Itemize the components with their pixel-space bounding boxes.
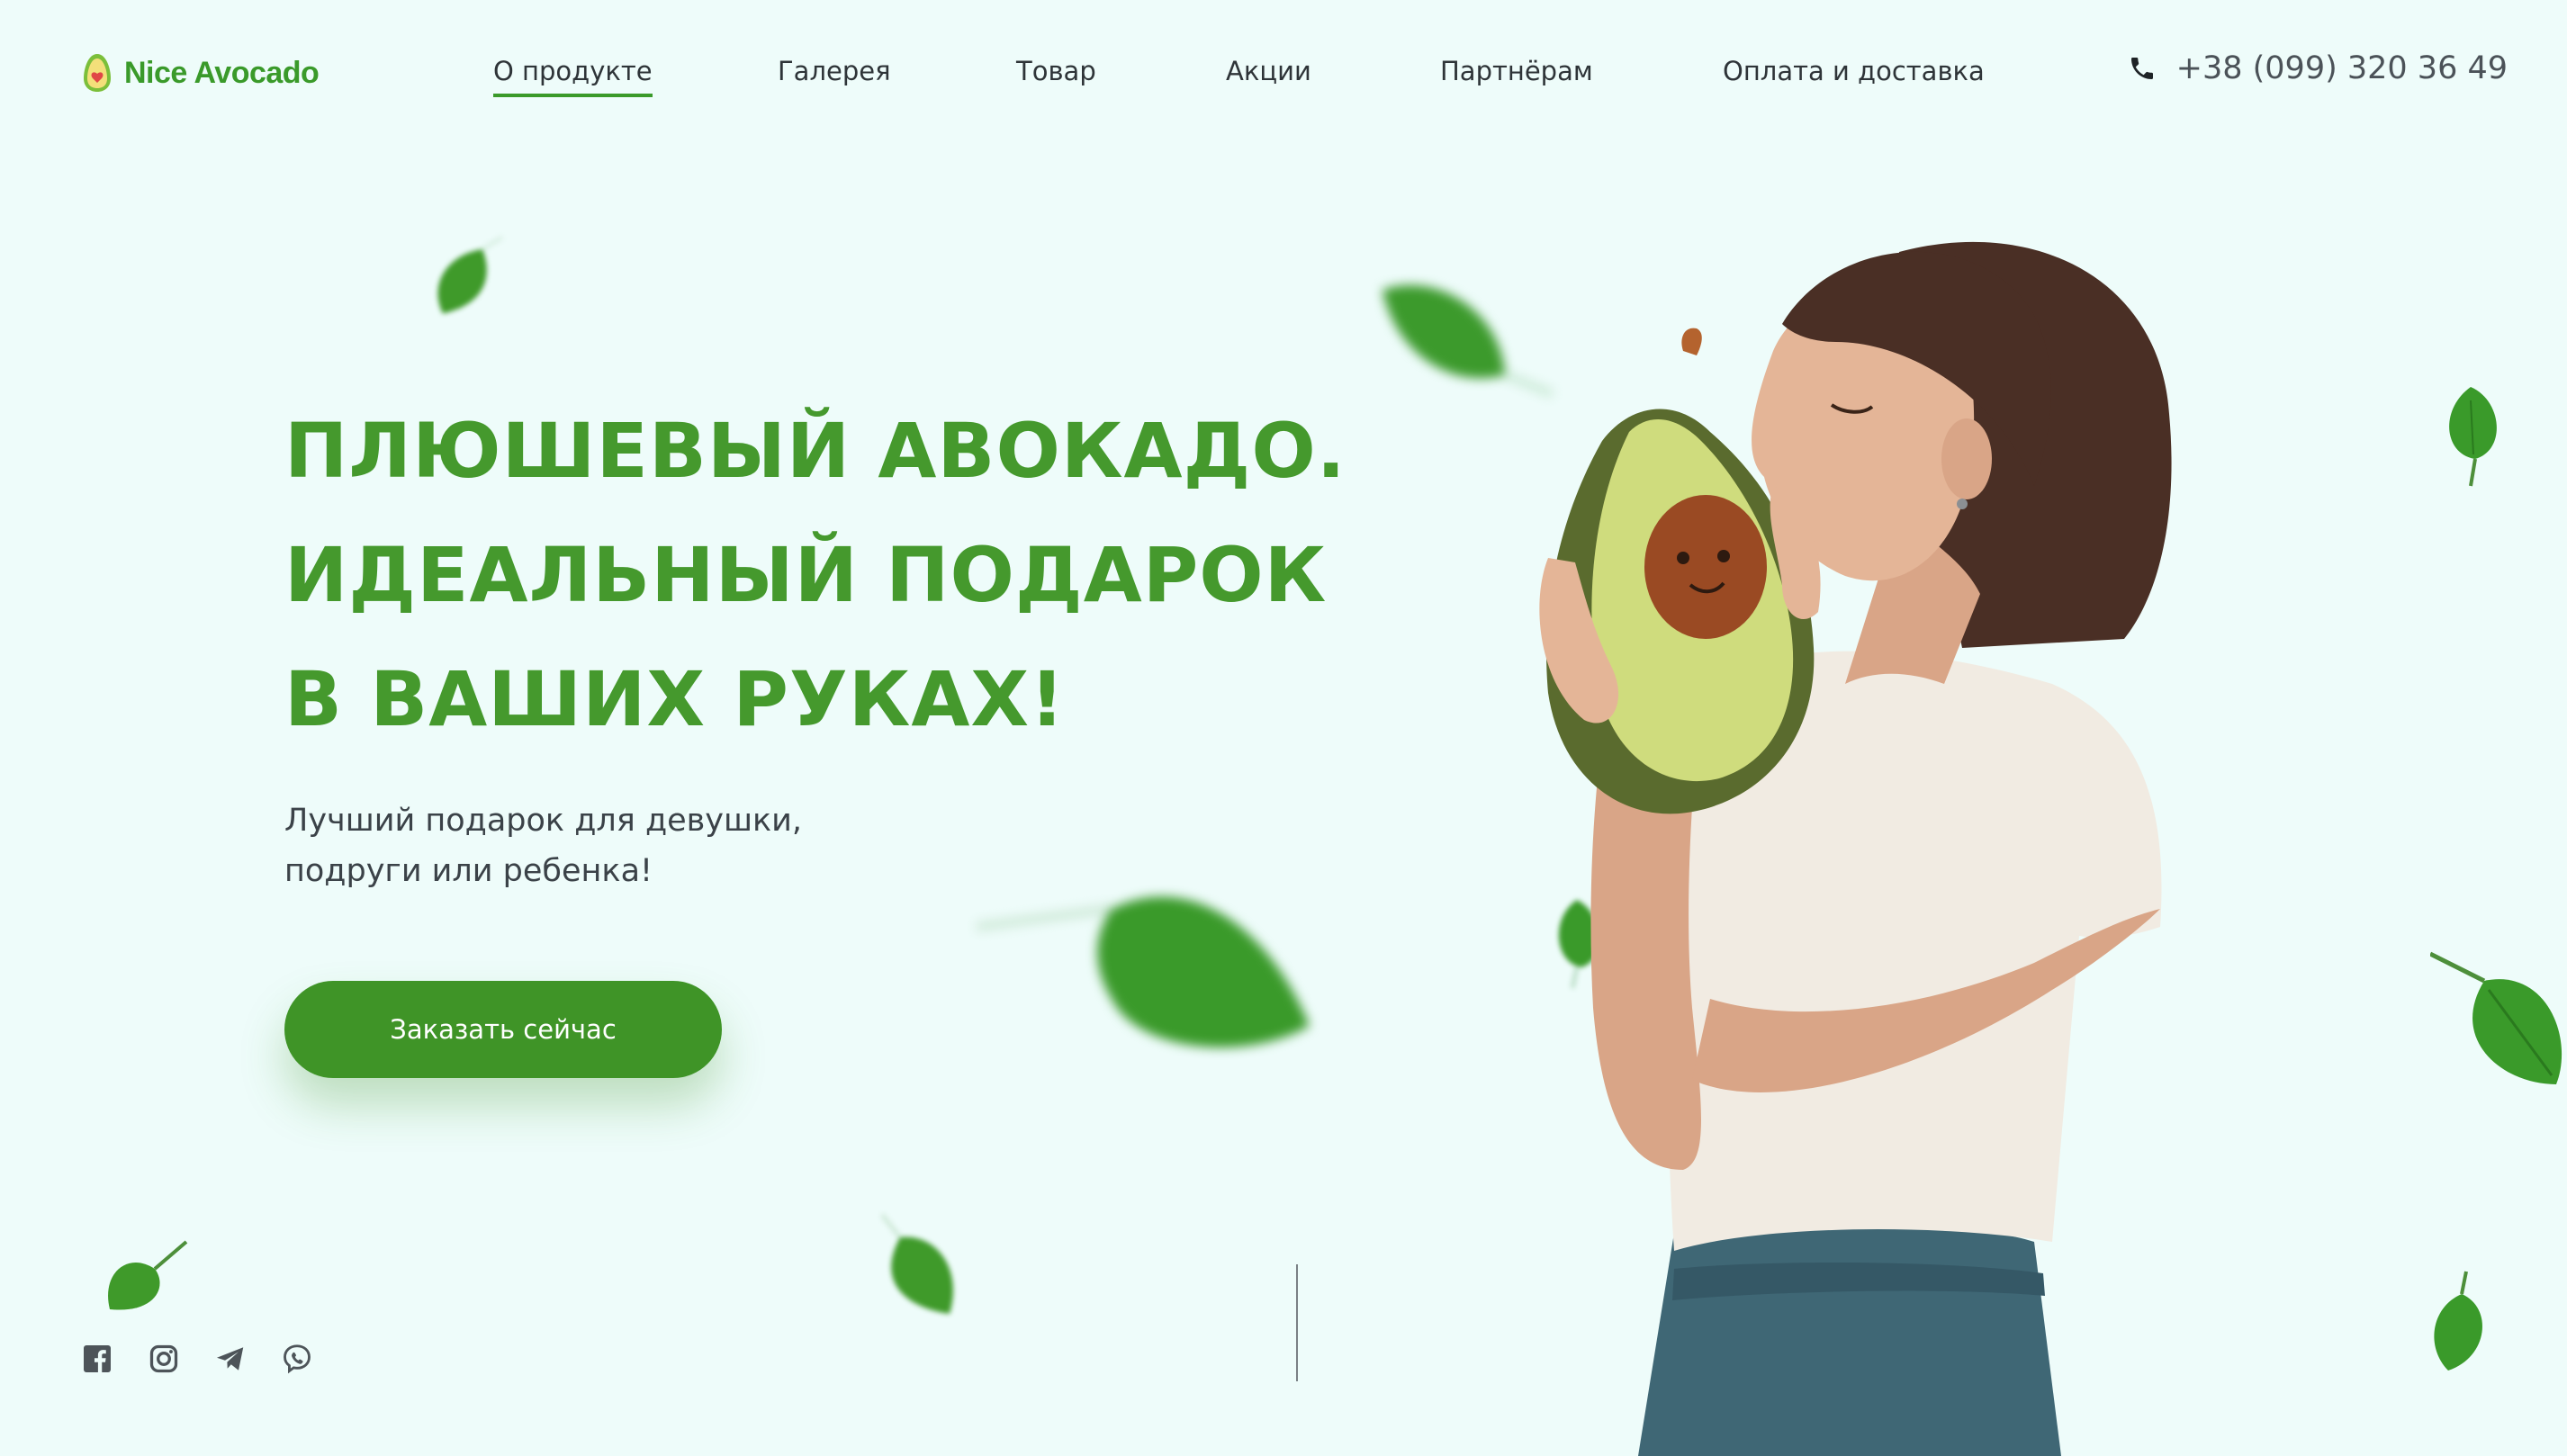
phone-icon <box>2130 58 2153 79</box>
scroll-divider <box>1296 1264 1298 1381</box>
nav-item-partners[interactable]: Партнёрам <box>1440 56 1593 86</box>
hero-subtitle-line: подруги или ребенка! <box>284 853 653 889</box>
nav-item-payment-delivery[interactable]: Оплата и доставка <box>1723 56 1985 86</box>
nav-item-promotions[interactable]: Акции <box>1226 56 1311 86</box>
hero-title: ПЛЮШЕВЫЙ АВОКАДО. ИДЕАЛЬНЫЙ ПОДАРОК В ВА… <box>284 389 1347 761</box>
leaf-icon <box>108 1240 188 1310</box>
leaf-icon <box>880 1213 953 1314</box>
nav-item-about[interactable]: О продукте <box>493 56 653 97</box>
avocado-logo-icon <box>84 54 111 92</box>
nav-item-product[interactable]: Товар <box>1016 56 1096 86</box>
logo-text: Nice Avocado <box>124 55 320 90</box>
logo[interactable]: Nice Avocado <box>81 52 320 94</box>
leaf-icon <box>437 235 504 314</box>
hero-title-line: ПЛЮШЕВЫЙ АВОКАДО. <box>284 407 1347 495</box>
leaf-icon <box>2434 1271 2482 1371</box>
nav-item-gallery[interactable]: Галерея <box>778 56 891 86</box>
phone-contact[interactable]: +38 (099) 320 36 49 <box>2128 50 2508 86</box>
hero-title-line: В ВАШИХ РУКАХ! <box>284 655 1066 743</box>
hero-subtitle-line: Лучший подарок для девушки, <box>284 803 803 839</box>
woman-with-avocado-image <box>1539 241 2172 1456</box>
social-links <box>81 1343 313 1375</box>
facebook-icon[interactable] <box>81 1343 113 1375</box>
leaf-icon <box>2430 951 2562 1084</box>
telegram-icon[interactable] <box>214 1343 247 1375</box>
order-now-button[interactable]: Заказать сейчас <box>284 981 722 1078</box>
viber-icon[interactable] <box>281 1343 313 1375</box>
instagram-icon[interactable] <box>148 1343 180 1375</box>
hero-title-line: ИДЕАЛЬНЫЙ ПОДАРОК <box>284 531 1328 619</box>
leaf-icon <box>2449 387 2497 487</box>
phone-number: +38 (099) 320 36 49 <box>2175 50 2508 86</box>
leaf-icon <box>977 896 1310 1047</box>
hero-subtitle: Лучший подарок для девушки, подруги или … <box>284 795 802 896</box>
